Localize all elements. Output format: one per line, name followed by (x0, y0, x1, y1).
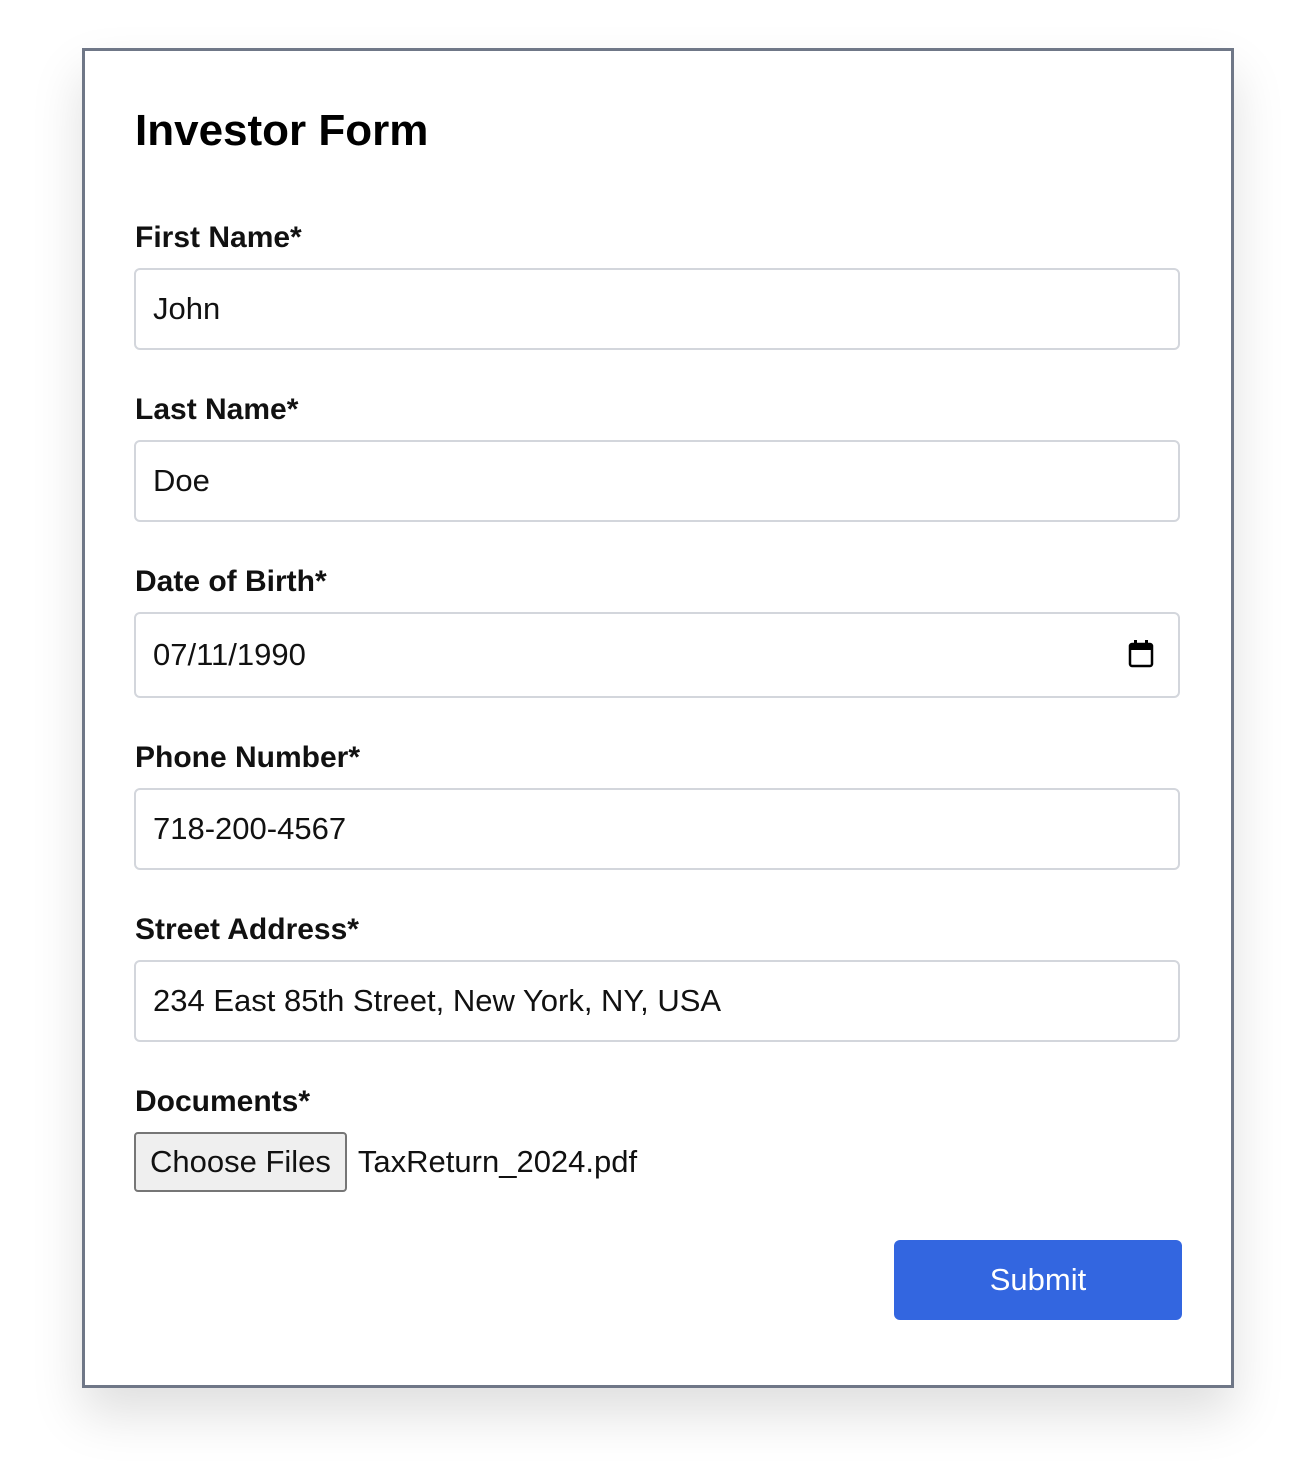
first-name-label: First Name* (135, 221, 302, 254)
investor-form-card: Investor Form First Name* John Last Name… (82, 48, 1234, 1388)
calendar-icon[interactable] (1128, 640, 1154, 668)
date-of-birth-label: Date of Birth* (135, 565, 327, 598)
date-of-birth-value: 07/11/1990 (153, 637, 306, 672)
selected-file-name: TaxReturn_2024.pdf (357, 1144, 638, 1179)
street-address-value: 234 East 85th Street, New York, NY, USA (153, 983, 722, 1018)
street-address-label: Street Address* (135, 913, 359, 946)
phone-number-value: 718-200-4567 (153, 811, 347, 846)
street-address-input[interactable]: 234 East 85th Street, New York, NY, USA (134, 960, 1180, 1042)
last-name-label: Last Name* (135, 393, 299, 426)
phone-number-label: Phone Number* (135, 741, 361, 774)
first-name-input[interactable]: John (134, 268, 1180, 350)
date-of-birth-input[interactable]: 07/11/1990 (134, 612, 1180, 698)
first-name-value: John (153, 291, 221, 326)
documents-label: Documents* (135, 1085, 311, 1118)
last-name-input[interactable]: Doe (134, 440, 1180, 522)
choose-files-button[interactable]: Choose Files (134, 1132, 347, 1192)
last-name-value: Doe (153, 463, 210, 498)
documents-file-input: Choose Files TaxReturn_2024.pdf (134, 1132, 637, 1192)
submit-button[interactable]: Submit (894, 1240, 1182, 1320)
form-title: Investor Form (135, 106, 429, 155)
phone-number-input[interactable]: 718-200-4567 (134, 788, 1180, 870)
